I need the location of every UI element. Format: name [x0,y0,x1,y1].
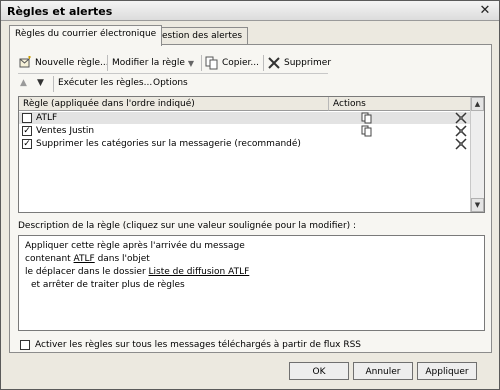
column-header-rule[interactable]: Règle (appliquée dans l'ordre indiqué) [19,97,329,111]
delete-icon [267,56,281,70]
apply-button[interactable]: Appliquer [417,362,477,380]
tab-manage-alerts-label: Gestion des alertes [155,31,243,41]
copy-icon [205,56,219,70]
rules-scrollbar[interactable]: ▲ ▼ [470,97,484,212]
run-rules-button[interactable]: Exécuter les règles... [58,78,152,88]
rules-toolbar: Nouvelle règle... Modifier la règle ▼ Co… [18,52,331,74]
description-text: le déplacer dans le dossier [25,267,149,277]
subject-keyword-link[interactable]: ATLF [74,254,95,264]
description-text: dans l'objet [94,254,150,264]
toolbar-separator [263,55,264,71]
rule-row-supprimer-categories[interactable]: ✓ Supprimer les catégories sur la messag… [19,138,471,150]
order-toolbar: ▲ ▼ Exécuter les règles... Options [18,76,318,94]
window-title: Règles et alertes [7,5,113,18]
description-text: contenant [25,254,74,264]
toolbar-separator [201,55,202,71]
rules-alerts-dialog: Règles et alertes ✕ Règles du courrier é… [0,0,500,390]
scroll-down-icon[interactable]: ▼ [471,198,484,212]
tab-email-rules-label: Règles du courrier électronique [15,29,157,39]
description-line: et arrêter de traiter plus de règles [31,280,185,290]
rule-row-ventes-justin[interactable]: ✓ Ventes Justin [19,125,471,137]
options-button[interactable]: Options [153,78,188,88]
tab-email-rules[interactable]: Règles du courrier électronique [9,25,163,46]
ok-button[interactable]: OK [289,362,349,380]
rule-description-label: Description de la règle (cliquez sur une… [18,221,357,231]
toolbar-separator [107,55,108,71]
scroll-up-icon[interactable]: ▲ [471,97,484,111]
delete-button[interactable]: Supprimer [267,55,331,71]
column-header-actions[interactable]: Actions [329,97,471,111]
description-line: le déplacer dans le dossier Liste de dif… [25,266,478,279]
copy-label: Copier... [222,58,259,68]
rss-option-row: Activer les règles sur tous les messages… [18,339,418,351]
new-rule-icon [18,56,32,70]
delete-label: Supprimer [284,58,332,68]
chevron-down-icon: ▼ [187,58,195,68]
title-bar: Règles et alertes ✕ [1,1,499,21]
rule-name: ATLF [36,113,58,123]
tab-manage-alerts[interactable]: Gestion des alertes [149,27,249,45]
rule-row-atlf[interactable]: ATLF [19,112,471,124]
close-icon[interactable]: ✕ [477,3,493,18]
description-line: Appliquer cette règle après l'arrivée du… [25,241,245,251]
move-down-icon[interactable]: ▼ [37,78,44,88]
rule-name: Ventes Justin [36,126,95,136]
rule-description-box: Appliquer cette règle après l'arrivée du… [18,235,485,331]
target-folder-link[interactable]: Liste de diffusion ATLF [149,267,250,277]
modify-rule-label: Modifier la règle [112,58,185,68]
cancel-button[interactable]: Annuler [353,362,413,380]
rule-checkbox[interactable]: ✓ [22,126,32,136]
description-line: contenant ATLF dans l'objet [25,253,478,266]
toolbar-separator [53,76,54,92]
rule-checkbox[interactable]: ✓ [22,139,32,149]
rules-list: Règle (appliquée dans l'ordre indiqué) A… [18,96,485,213]
rss-option-label: Activer les règles sur tous les messages… [35,340,362,350]
email-rules-panel: Nouvelle règle... Modifier la règle ▼ Co… [9,44,492,353]
action-stop-icon [455,138,467,153]
rule-name: Supprimer les catégories sur la messager… [36,139,301,149]
rule-checkbox[interactable] [22,113,32,123]
new-rule-label: Nouvelle règle... [35,58,109,68]
new-rule-button[interactable]: Nouvelle règle... [18,55,109,71]
rss-checkbox[interactable] [20,340,30,350]
modify-rule-button[interactable]: Modifier la règle ▼ [112,55,194,71]
move-up-icon[interactable]: ▲ [20,78,27,88]
copy-button[interactable]: Copier... [205,55,259,71]
